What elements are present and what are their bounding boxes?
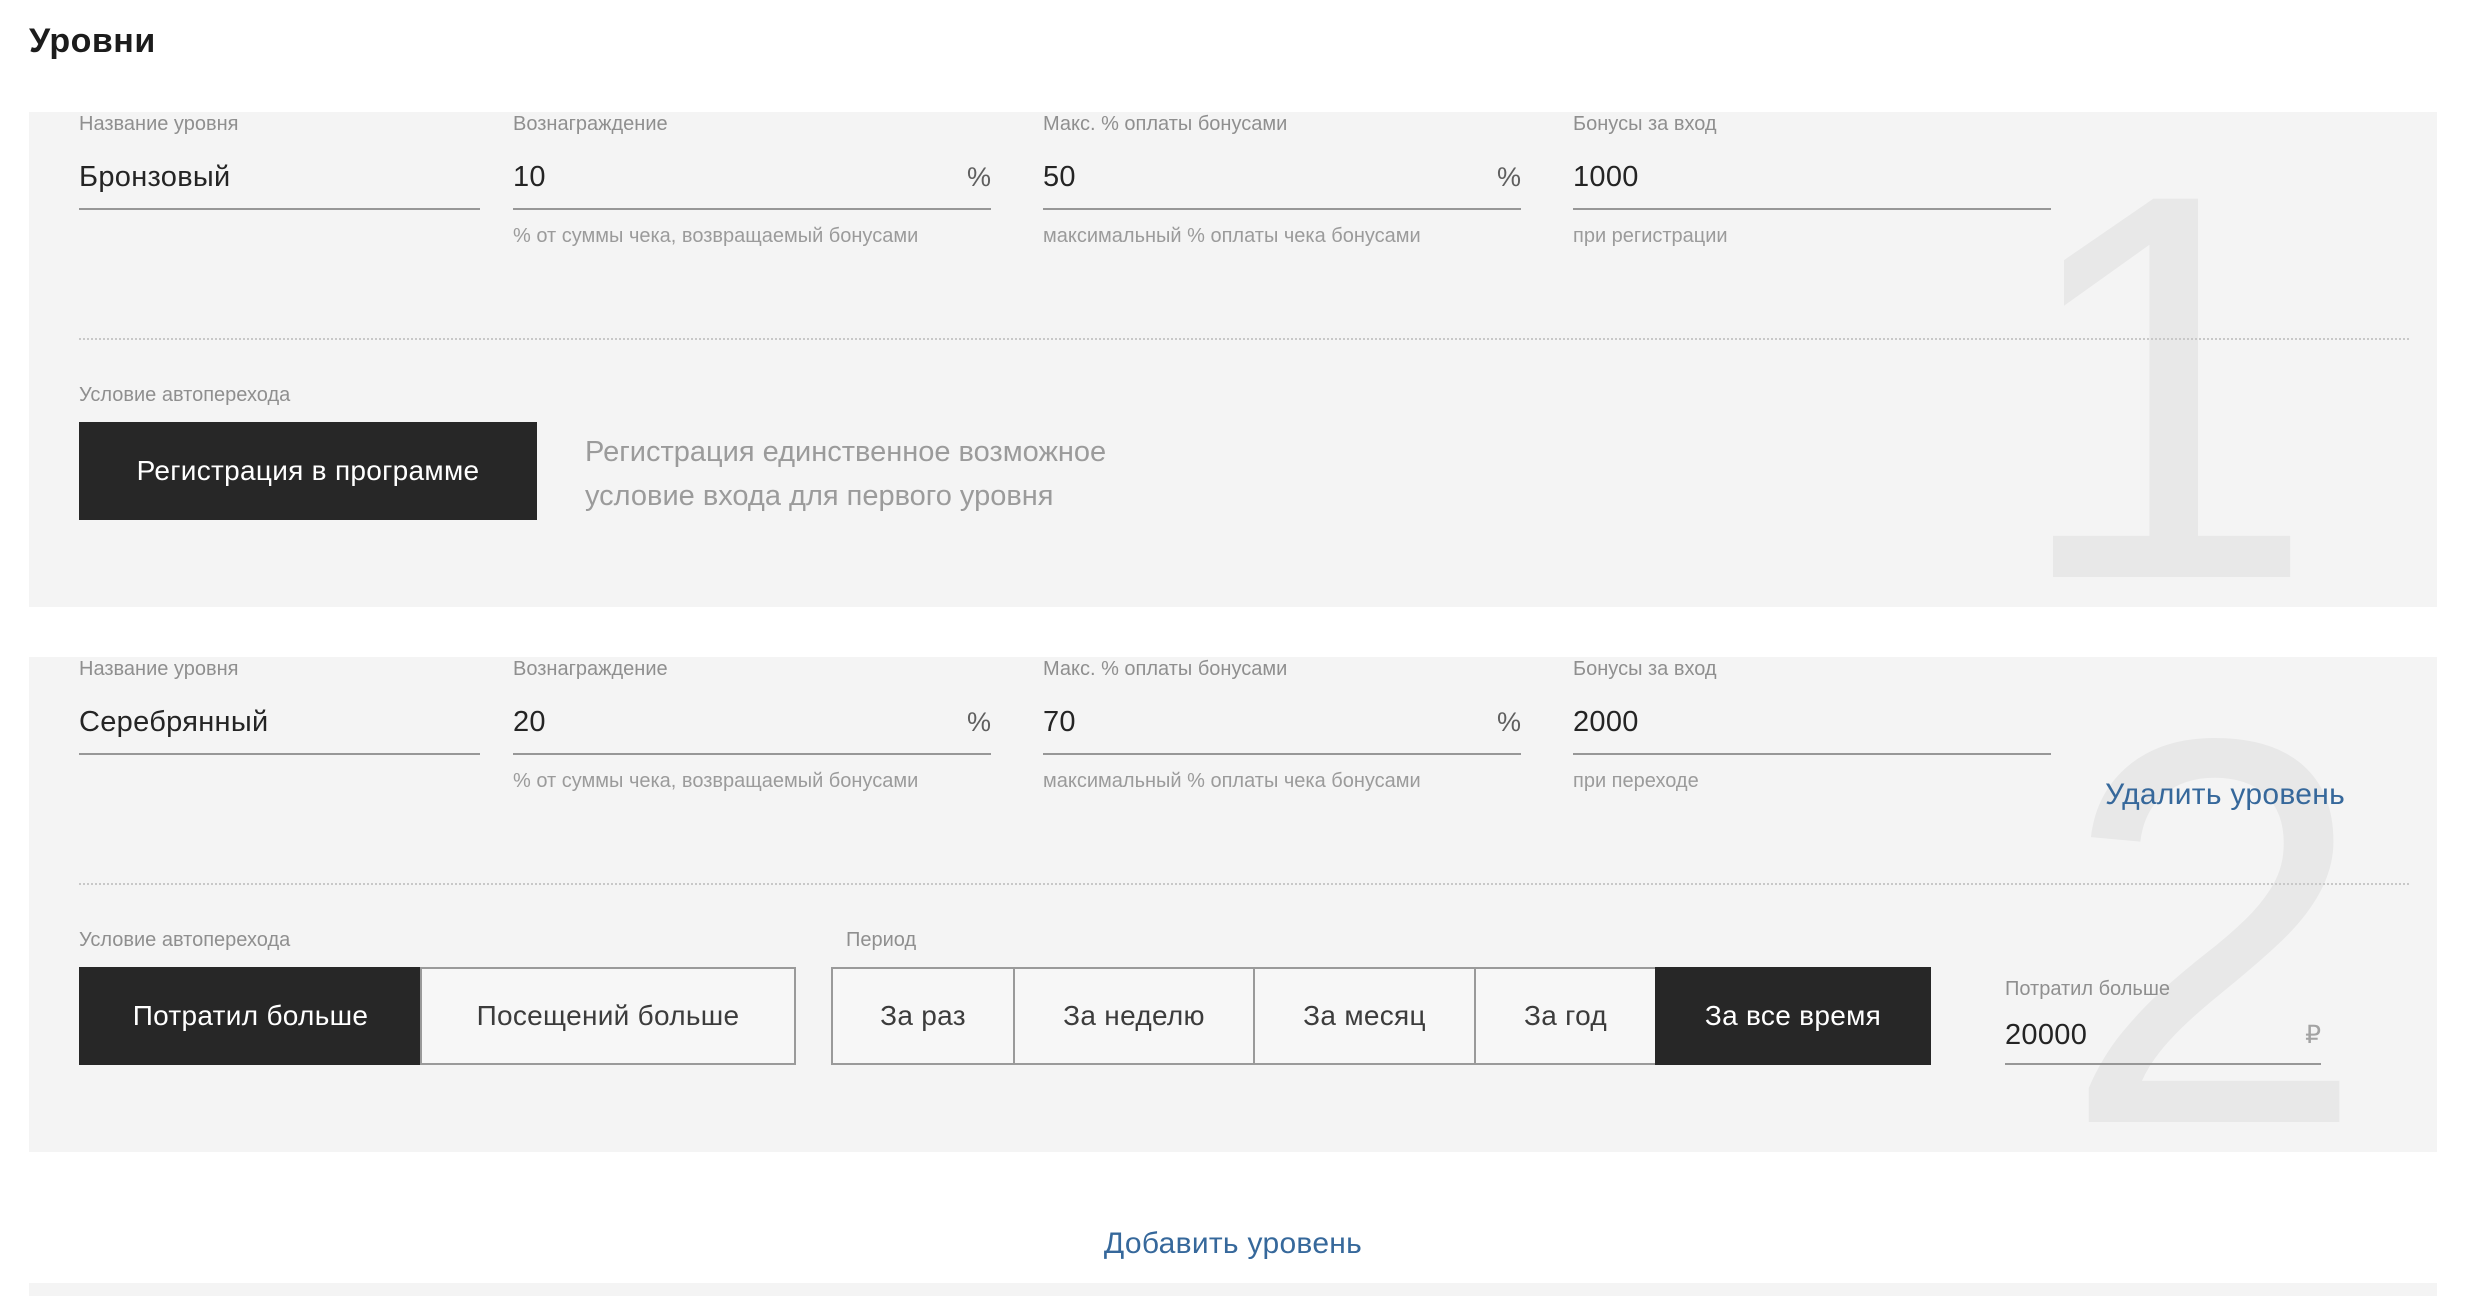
level-name-input[interactable]: Бронзовый [79,146,480,210]
registration-condition-button[interactable]: Регистрация в программе [79,422,537,520]
field-label: Название уровня [79,657,480,681]
level-number-watermark: 2 [2061,657,2367,1152]
delete-level-link[interactable]: Удалить уровень [2105,778,2345,812]
level-card-2: 2 Название уровня Серебрянный Вознагражд… [29,657,2437,1152]
entry-bonus-input[interactable]: 1000 [1573,146,2051,210]
divider [79,883,2409,885]
field-hint: при переходе [1573,769,2051,793]
condition-button-group: Потратил больше Посещений больше [79,967,796,1065]
field-label: Бонусы за вход [1573,657,2051,681]
spent-more-input[interactable]: 20000 ₽ [2005,1007,2321,1065]
entry-bonus-input[interactable]: 2000 [1573,691,2051,755]
percent-suffix: % [1497,162,1521,193]
reward-field: Вознаграждение 10 % % от суммы чека, воз… [513,112,991,248]
percent-suffix: % [967,707,991,738]
percent-suffix: % [967,162,991,193]
field-label: Макс. % оплаты бонусами [1043,112,1521,136]
auto-transition-label: Условие автоперехода [79,929,290,952]
auto-transition-label: Условие автоперехода [79,384,290,407]
reward-field: Вознаграждение 20 % % от суммы чека, воз… [513,657,991,793]
percent-suffix: % [1497,707,1521,738]
level-number-watermark: 1 [2011,112,2317,607]
field-hint: при регистрации [1573,224,2051,248]
reward-input[interactable]: 20 % [513,691,991,755]
spent-more-condition-button[interactable]: Потратил больше [79,967,422,1065]
visits-more-condition-button[interactable]: Посещений больше [420,967,796,1065]
reward-input[interactable]: 10 % [513,146,991,210]
add-level-link[interactable]: Добавить уровень [0,1227,2466,1261]
entry-bonus-field: Бонусы за вход 2000 при переходе [1573,657,2051,793]
field-label: Потратил больше [2005,977,2321,1001]
period-label: Период [846,929,916,952]
divider [79,338,2409,340]
condition-button-group: Регистрация в программе [79,422,537,520]
period-alltime-button[interactable]: За все время [1655,967,1931,1065]
field-hint: % от суммы чека, возвращаемый бонусами [513,769,991,793]
ruble-suffix: ₽ [2305,1020,2321,1050]
level-name-field: Название уровня Бронзовый [79,112,480,210]
next-card-edge [29,1283,2437,1296]
field-label: Бонусы за вход [1573,112,2051,136]
field-label: Название уровня [79,112,480,136]
period-week-button[interactable]: За неделю [1013,967,1255,1065]
field-hint: максимальный % оплаты чека бонусами [1043,224,1521,248]
field-label: Макс. % оплаты бонусами [1043,657,1521,681]
period-month-button[interactable]: За месяц [1253,967,1476,1065]
field-label: Вознаграждение [513,112,991,136]
field-hint: % от суммы чека, возвращаемый бонусами [513,224,991,248]
page-title: Уровни [29,22,156,61]
condition-note: Регистрация единственное возможное услов… [585,430,1185,518]
period-once-button[interactable]: За раз [831,967,1015,1065]
max-bonus-percent-input[interactable]: 50 % [1043,146,1521,210]
field-hint: максимальный % оплаты чека бонусами [1043,769,1521,793]
entry-bonus-field: Бонусы за вход 1000 при регистрации [1573,112,2051,248]
max-bonus-percent-input[interactable]: 70 % [1043,691,1521,755]
level-name-input[interactable]: Серебрянный [79,691,480,755]
max-bonus-percent-field: Макс. % оплаты бонусами 70 % максимальны… [1043,657,1521,793]
field-label: Вознаграждение [513,657,991,681]
max-bonus-percent-field: Макс. % оплаты бонусами 50 % максимальны… [1043,112,1521,248]
level-name-field: Название уровня Серебрянный [79,657,480,755]
spent-more-field: Потратил больше 20000 ₽ [2005,977,2321,1065]
period-year-button[interactable]: За год [1474,967,1657,1065]
level-card-1: 1 Название уровня Бронзовый Вознагражден… [29,112,2437,607]
period-button-group: За раз За неделю За месяц За год За все … [831,967,1931,1065]
